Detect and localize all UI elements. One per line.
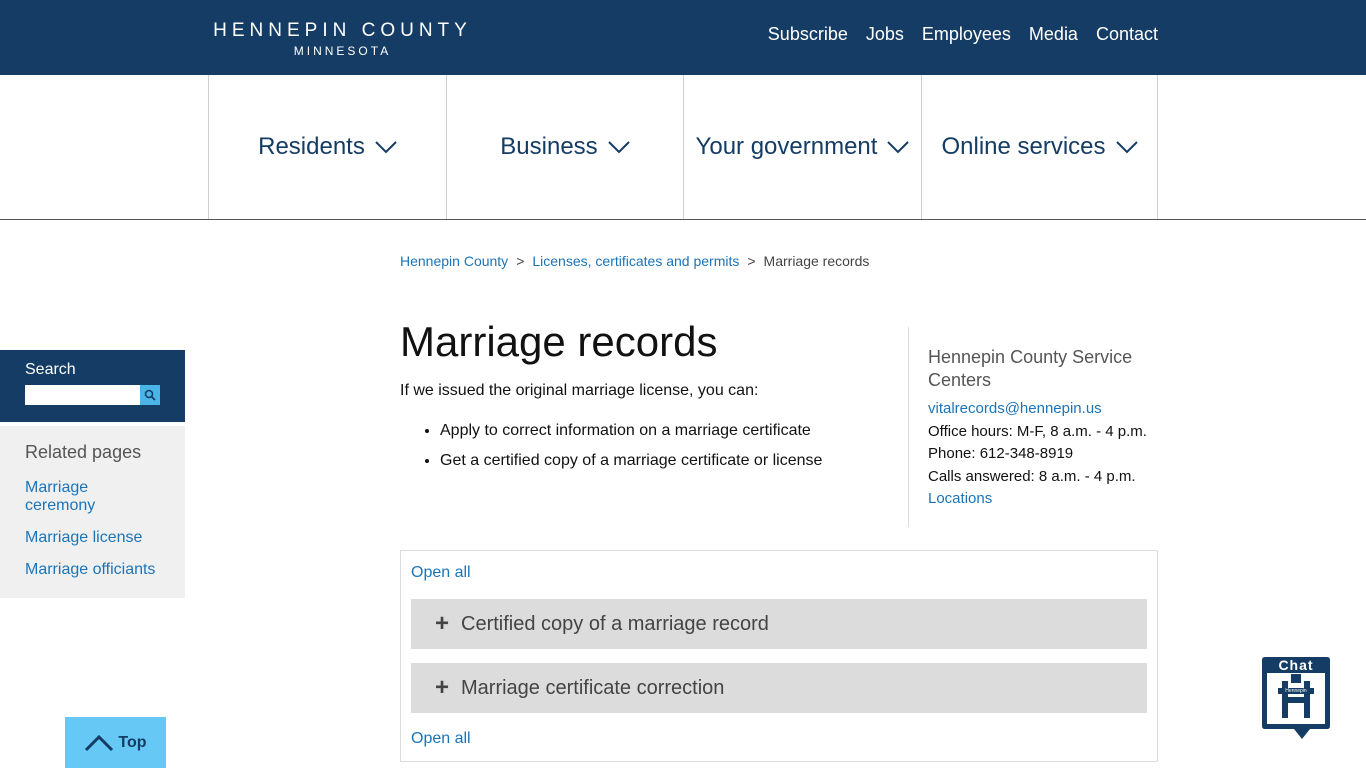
open-all-bottom-link[interactable]: Open all xyxy=(411,727,1147,765)
list-item: Apply to correct information on a marria… xyxy=(440,422,822,440)
related-pages-title: Related pages xyxy=(25,442,142,462)
list-item: Get a certified copy of a marriage certi… xyxy=(440,452,822,470)
search-label: Search xyxy=(25,361,76,378)
contact-email-link[interactable]: vitalrecords@hennepin.us xyxy=(928,400,1102,417)
phone-number: Phone: 612-348-8919 xyxy=(928,445,1074,462)
related-link-marriage-officiants[interactable]: Marriage officiants xyxy=(25,561,160,579)
nav-your-government-label: Your government xyxy=(695,133,878,160)
breadcrumb: Hennepin County > Licenses, certificates… xyxy=(400,253,869,269)
nav-business-label: Business xyxy=(500,133,598,160)
nav-your-government[interactable]: Your government xyxy=(683,75,921,219)
main-nav: Residents Business Your government Onlin… xyxy=(0,75,1366,220)
nav-residents[interactable]: Residents xyxy=(208,75,446,219)
related-link-marriage-ceremony[interactable]: Marriage ceremony xyxy=(25,479,160,515)
accordion: Open all + Certified copy of a marriage … xyxy=(400,550,1158,762)
contact-info: Hennepin County Service Centers vitalrec… xyxy=(908,327,1158,527)
media-link[interactable]: Media xyxy=(1029,24,1078,45)
chevron-down-icon xyxy=(1115,141,1138,154)
plus-icon: + xyxy=(435,610,450,637)
sidebar-search: Search xyxy=(0,350,185,422)
subscribe-link[interactable]: Subscribe xyxy=(768,24,848,45)
office-hours: Office hours: M-F, 8 a.m. - 4 p.m. xyxy=(928,422,1147,440)
search-button[interactable] xyxy=(140,385,160,405)
employees-link[interactable]: Employees xyxy=(922,24,1011,45)
contact-link[interactable]: Contact xyxy=(1096,24,1158,45)
breadcrumb-separator: > xyxy=(516,253,525,269)
breadcrumb-separator: > xyxy=(747,253,756,269)
calls-answered: Calls answered: 8 a.m. - 4 p.m. xyxy=(928,467,1136,485)
site-header: HENNEPIN COUNTY MINNESOTA Subscribe Jobs… xyxy=(0,0,1366,75)
related-link-marriage-license[interactable]: Marriage license xyxy=(25,529,160,547)
breadcrumb-current: Marriage records xyxy=(763,253,870,269)
chevron-down-icon xyxy=(607,141,630,154)
nav-residents-label: Residents xyxy=(258,133,365,160)
nav-business[interactable]: Business xyxy=(446,75,683,219)
chevron-down-icon xyxy=(375,141,397,154)
nav-online-services[interactable]: Online services xyxy=(921,75,1158,219)
page-title: Marriage records xyxy=(400,318,718,365)
chevron-down-icon xyxy=(887,141,910,154)
intro-text: If we issued the original marriage licen… xyxy=(400,382,759,399)
back-to-top-button[interactable]: Top xyxy=(65,717,166,768)
search-icon xyxy=(144,389,156,401)
chat-button[interactable]: Chat Hennepin xyxy=(1260,656,1332,742)
chevron-up-icon xyxy=(85,734,114,751)
related-pages: Related pages Marriage ceremony Marriage… xyxy=(0,426,185,598)
utility-nav: Subscribe Jobs Employees Media Contact xyxy=(768,24,1158,45)
plus-icon: + xyxy=(435,674,450,701)
nav-online-services-label: Online services xyxy=(941,133,1106,160)
accordion-item-certified-copy[interactable]: + Certified copy of a marriage record xyxy=(411,599,1147,649)
logo-main-text: HENNEPIN COUNTY xyxy=(213,20,472,41)
breadcrumb-licenses[interactable]: Licenses, certificates and permits xyxy=(532,253,739,269)
logo-sub-text: MINNESOTA xyxy=(293,44,392,58)
locations-link[interactable]: Locations xyxy=(928,490,992,507)
accordion-item-certificate-correction[interactable]: + Marriage certificate correction xyxy=(411,663,1147,713)
chat-label: Chat xyxy=(1278,657,1314,673)
search-input[interactable] xyxy=(25,385,140,405)
bullet-list: Apply to correct information on a marria… xyxy=(440,422,822,482)
county-logo[interactable]: HENNEPIN COUNTY MINNESOTA xyxy=(210,20,475,58)
accordion-item-label: Marriage certificate correction xyxy=(461,676,725,699)
accordion-item-label: Certified copy of a marriage record xyxy=(461,612,769,635)
breadcrumb-home[interactable]: Hennepin County xyxy=(400,253,508,269)
chat-badge-text: Hennepin xyxy=(1278,688,1314,694)
contact-title: Hennepin County Service Centers xyxy=(928,347,1133,390)
open-all-top-link[interactable]: Open all xyxy=(411,561,1147,599)
jobs-link[interactable]: Jobs xyxy=(866,24,904,45)
back-to-top-label: Top xyxy=(118,733,147,751)
